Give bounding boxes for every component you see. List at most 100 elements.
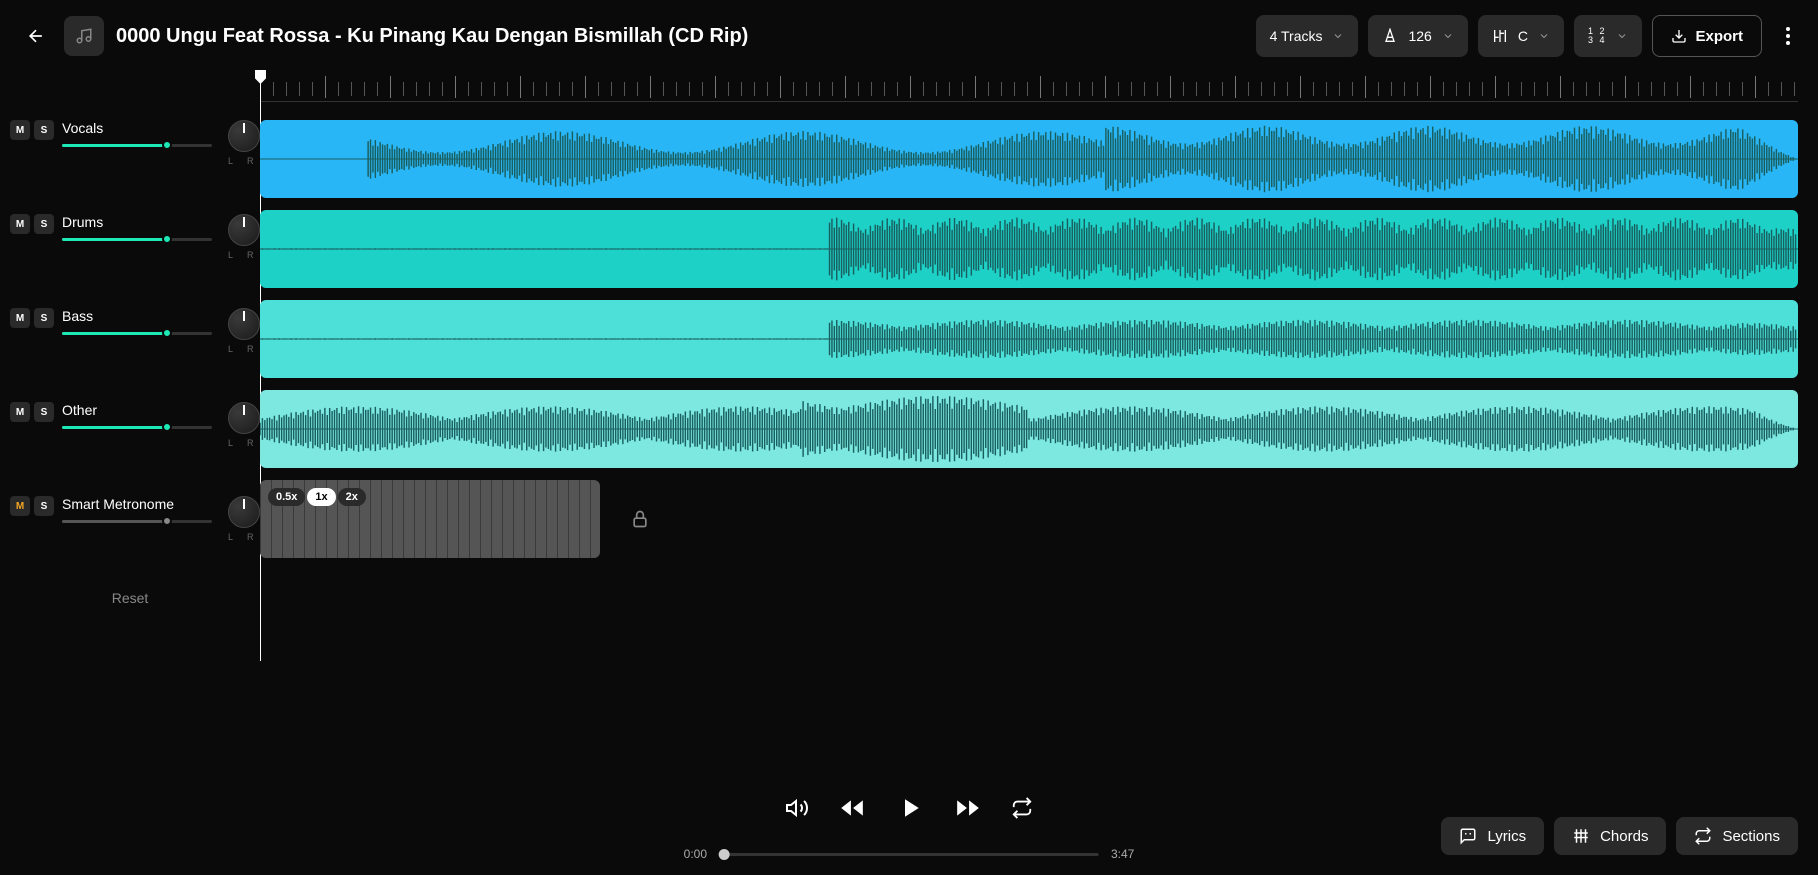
metronome-icon <box>1382 28 1398 44</box>
rewind-button[interactable] <box>839 795 865 821</box>
chevron-down-icon <box>1332 30 1344 42</box>
waveform-vocals[interactable] <box>260 120 1798 198</box>
sections-icon <box>1694 827 1712 845</box>
track-control: M S Bass LR <box>10 308 250 368</box>
volume-slider[interactable] <box>62 238 212 241</box>
lyrics-button[interactable]: Lyrics <box>1441 817 1544 855</box>
mute-button[interactable]: M <box>10 496 30 516</box>
track-name-col: Bass <box>62 308 212 335</box>
bpm-value: 126 <box>1408 28 1431 44</box>
track-name: Vocals <box>62 120 212 136</box>
more-button[interactable] <box>1778 27 1798 45</box>
lyrics-label: Lyrics <box>1487 828 1526 845</box>
sections-button[interactable]: Sections <box>1676 817 1798 855</box>
key-value: C <box>1518 28 1528 44</box>
play-button[interactable] <box>895 793 925 823</box>
pan-knob[interactable] <box>228 496 260 528</box>
chords-button[interactable]: Chords <box>1554 817 1666 855</box>
export-button[interactable]: Export <box>1652 15 1762 57</box>
solo-button[interactable]: S <box>34 402 54 422</box>
export-label: Export <box>1695 28 1743 45</box>
solo-button[interactable]: S <box>34 496 54 516</box>
progress-thumb[interactable] <box>719 849 730 860</box>
track-control: M S Drums LR <box>10 214 250 274</box>
chords-label: Chords <box>1600 828 1648 845</box>
solo-button[interactable]: S <box>34 120 54 140</box>
header-controls: 4 Tracks 126 C 1 2 3 4 Export <box>1256 15 1798 57</box>
chords-icon <box>1572 827 1590 845</box>
mute-button[interactable]: M <box>10 308 30 328</box>
ms-group: M S <box>10 214 54 234</box>
timeline-area: 0.5x1x2x <box>260 72 1818 785</box>
footer: 0:00 3:47 Lyrics Chords Sections <box>0 785 1818 875</box>
track-name-col: Smart Metronome <box>62 496 212 523</box>
speed-pills: 0.5x1x2x <box>268 488 366 506</box>
metronome-preview[interactable]: 0.5x1x2x <box>260 480 600 558</box>
progress-row: 0:00 3:47 <box>684 847 1135 861</box>
main: M S Vocals LR M S Drums LR <box>0 72 1818 785</box>
waveform-drums[interactable] <box>260 210 1798 288</box>
metronome-track: 0.5x1x2x <box>260 480 1798 558</box>
time-ruler[interactable] <box>260 72 1798 102</box>
speed-pill[interactable]: 1x <box>307 488 335 506</box>
back-button[interactable] <box>20 20 52 52</box>
time-total: 3:47 <box>1111 847 1134 861</box>
track-control: M S Other LR <box>10 402 250 462</box>
chevron-down-icon <box>1538 30 1550 42</box>
pan-knob[interactable] <box>228 120 260 152</box>
header: 0000 Ungu Feat Rossa - Ku Pinang Kau Den… <box>0 0 1818 72</box>
track-control: M S Vocals LR <box>10 120 250 180</box>
chevron-down-icon <box>1442 30 1454 42</box>
volume-button[interactable] <box>785 796 809 820</box>
mute-button[interactable]: M <box>10 402 30 422</box>
key-dropdown[interactable]: C <box>1478 15 1564 57</box>
speed-pill[interactable]: 0.5x <box>268 488 305 506</box>
sections-label: Sections <box>1722 828 1780 845</box>
chevron-down-icon <box>1616 30 1628 42</box>
reset-button[interactable]: Reset <box>10 590 250 606</box>
pan-knob[interactable] <box>228 308 260 340</box>
loop-button[interactable] <box>1011 797 1033 819</box>
ms-group: M S <box>10 308 54 328</box>
speed-pill[interactable]: 2x <box>338 488 366 506</box>
song-title: 0000 Ungu Feat Rossa - Ku Pinang Kau Den… <box>116 25 1256 48</box>
transport-controls <box>785 793 1033 823</box>
waveform-tracks: 0.5x1x2x <box>260 120 1798 558</box>
tracks-dropdown[interactable]: 4 Tracks <box>1256 15 1359 57</box>
file-icon <box>64 16 104 56</box>
download-icon <box>1671 28 1687 44</box>
tuning-icon <box>1492 28 1508 44</box>
footer-right: Lyrics Chords Sections <box>1441 817 1798 855</box>
ms-group: M S <box>10 496 54 516</box>
lyrics-icon <box>1459 827 1477 845</box>
track-control: M S Smart Metronome LR <box>10 496 250 556</box>
lock-icon[interactable] <box>630 509 650 529</box>
track-name-col: Drums <box>62 214 212 241</box>
pan-knob[interactable] <box>228 214 260 246</box>
track-name: Other <box>62 402 212 418</box>
timesig-dropdown[interactable]: 1 2 3 4 <box>1574 15 1643 57</box>
volume-slider[interactable] <box>62 426 212 429</box>
volume-slider[interactable] <box>62 520 212 523</box>
track-name: Drums <box>62 214 212 230</box>
progress-bar[interactable] <box>719 853 1099 856</box>
solo-button[interactable]: S <box>34 308 54 328</box>
waveform-bass[interactable] <box>260 300 1798 378</box>
track-name-col: Vocals <box>62 120 212 147</box>
mute-button[interactable]: M <box>10 120 30 140</box>
forward-button[interactable] <box>955 795 981 821</box>
timesig-icon: 1 2 3 4 <box>1588 27 1607 45</box>
more-vertical-icon <box>1786 27 1790 45</box>
tracks-label: 4 Tracks <box>1270 28 1323 44</box>
pan-knob[interactable] <box>228 402 260 434</box>
bpm-dropdown[interactable]: 126 <box>1368 15 1467 57</box>
track-name-col: Other <box>62 402 212 429</box>
track-sidebar: M S Vocals LR M S Drums LR <box>0 72 260 785</box>
track-name: Bass <box>62 308 212 324</box>
ms-group: M S <box>10 402 54 422</box>
volume-slider[interactable] <box>62 144 212 147</box>
waveform-other[interactable] <box>260 390 1798 468</box>
volume-slider[interactable] <box>62 332 212 335</box>
solo-button[interactable]: S <box>34 214 54 234</box>
mute-button[interactable]: M <box>10 214 30 234</box>
